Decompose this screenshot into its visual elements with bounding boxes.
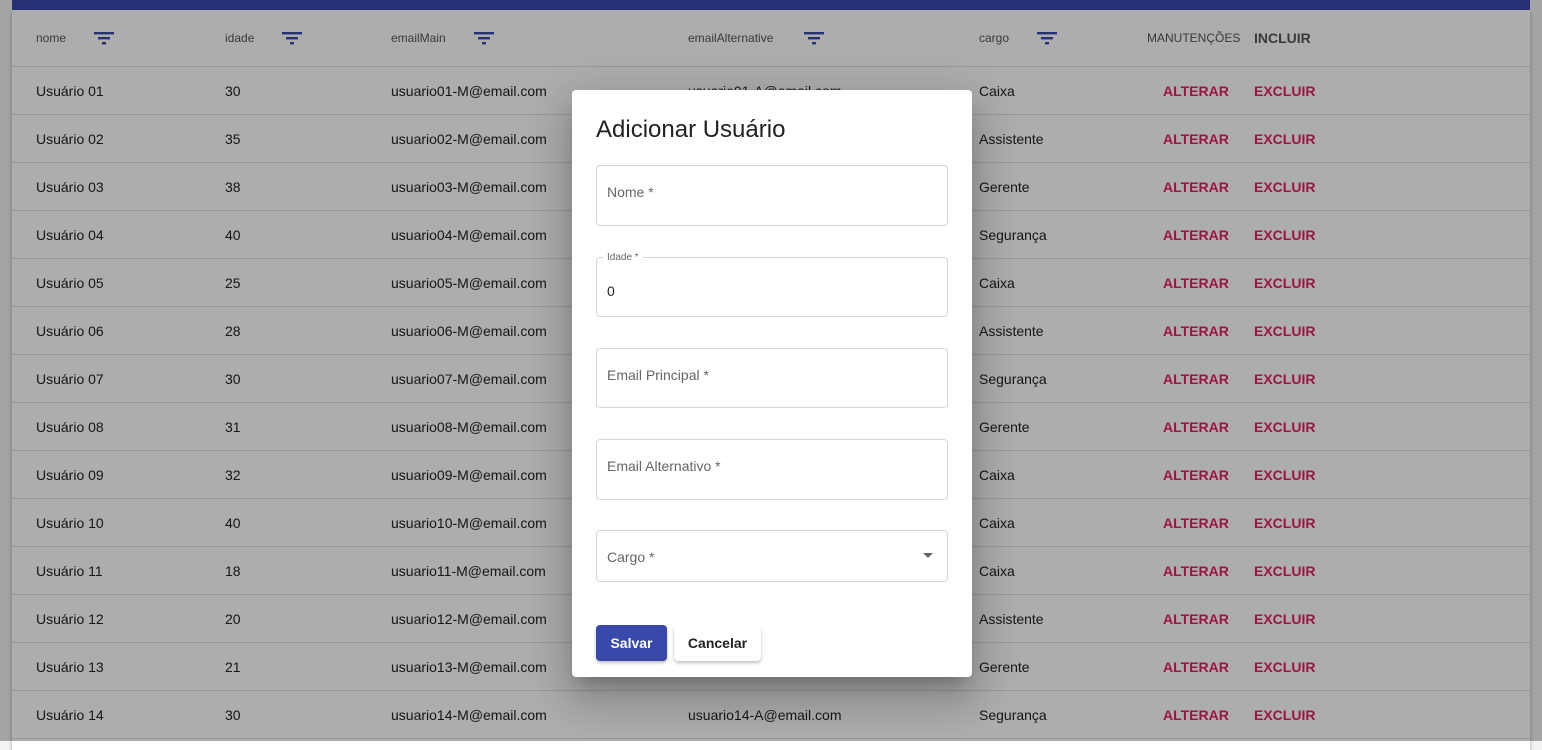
add-user-dialog: Adicionar Usuário Nome * Idade * 0 Email… [572, 90, 972, 677]
idade-label: Idade * [603, 252, 643, 263]
save-button[interactable]: Salvar [596, 625, 667, 661]
dropdown-arrow-icon[interactable] [923, 553, 933, 558]
nome-field[interactable]: Nome * [596, 165, 948, 226]
idade-field[interactable]: Idade * 0 [596, 252, 948, 317]
email-alternativo-field[interactable]: Email Alternativo * [596, 439, 948, 500]
cargo-select[interactable]: Cargo * [596, 530, 948, 582]
email-principal-field[interactable]: Email Principal * [596, 348, 948, 408]
email-principal-placeholder: Email Principal * [607, 367, 709, 383]
dialog-title: Adicionar Usuário [596, 116, 786, 143]
cancel-button[interactable]: Cancelar [674, 625, 761, 661]
nome-placeholder: Nome * [607, 184, 654, 200]
idade-value: 0 [607, 283, 615, 299]
email-alternativo-placeholder: Email Alternativo * [607, 458, 721, 474]
cargo-placeholder: Cargo * [607, 549, 655, 565]
